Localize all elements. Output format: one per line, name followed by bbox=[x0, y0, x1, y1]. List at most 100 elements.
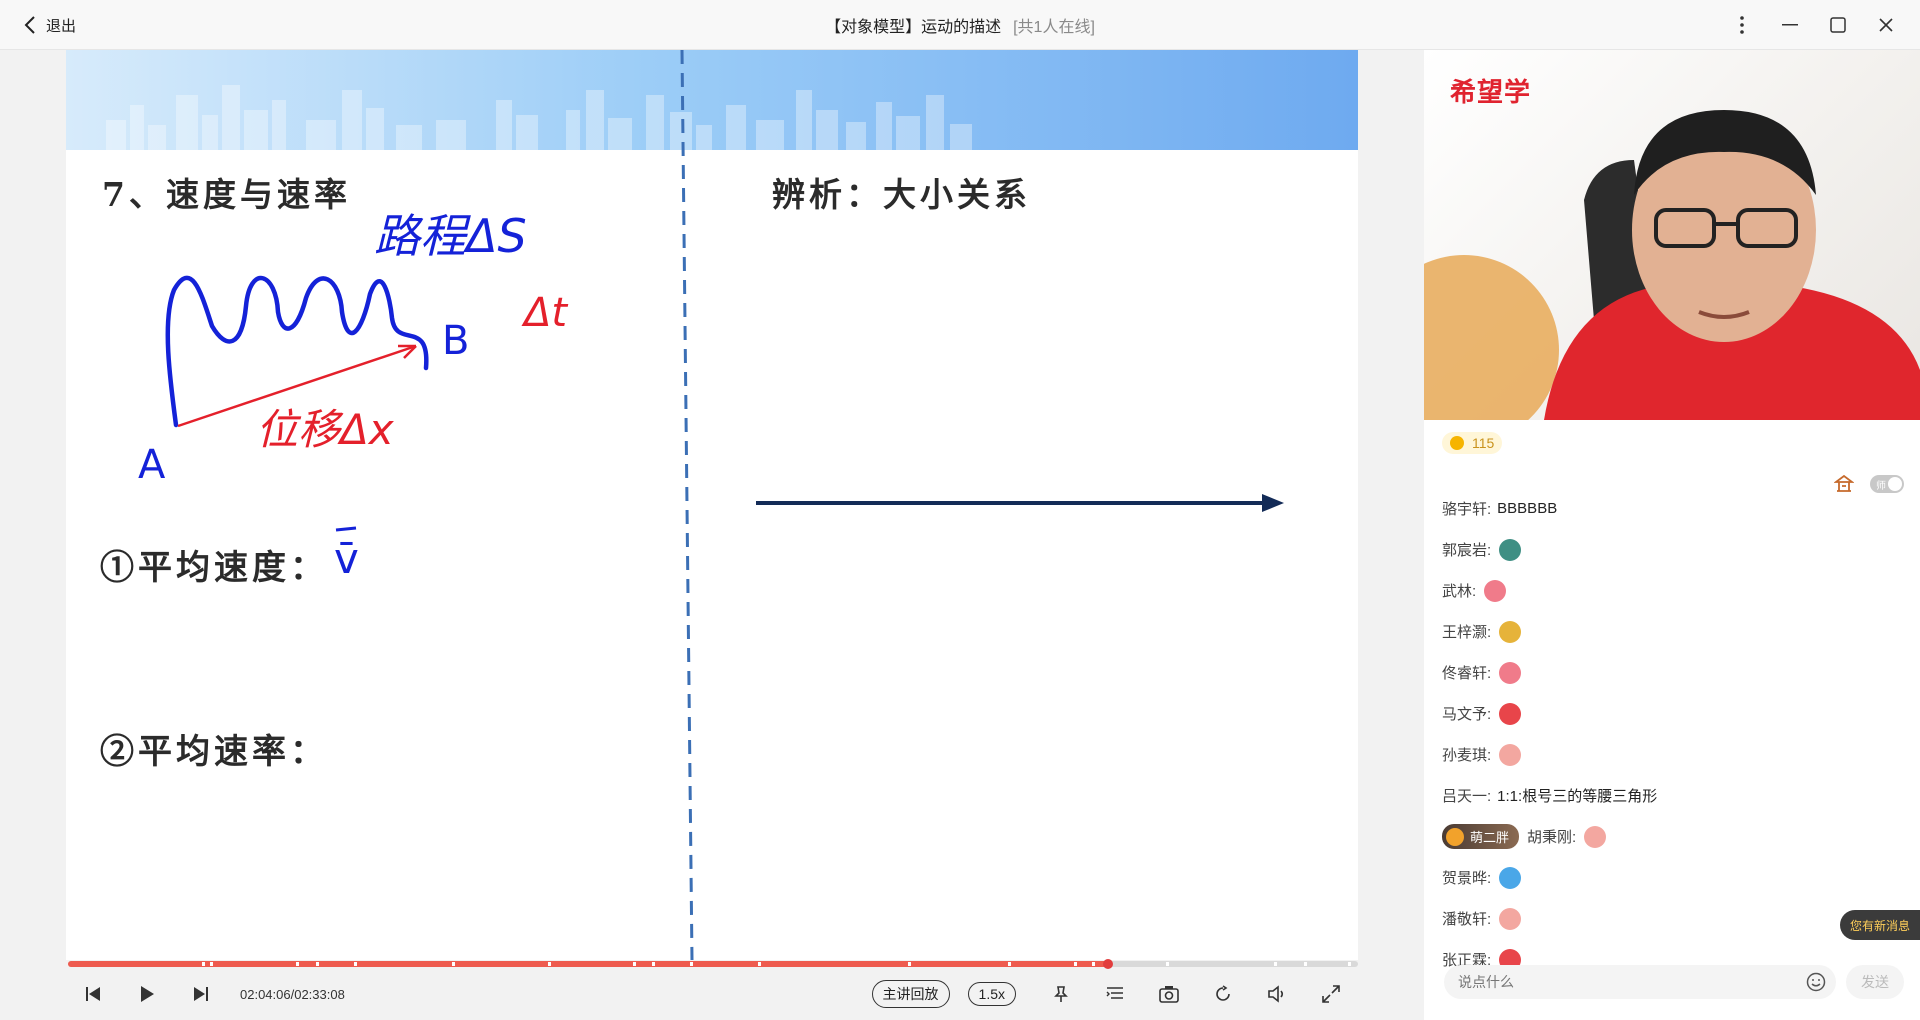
progress-knob[interactable] bbox=[1102, 959, 1113, 969]
chapter-marker bbox=[296, 962, 299, 966]
handwriting-layer bbox=[165, 275, 1284, 532]
playback-progress-bar[interactable] bbox=[68, 959, 1358, 969]
maximize-button[interactable] bbox=[1814, 5, 1862, 45]
course-title: 【对象模型】运动的描述 bbox=[825, 19, 1002, 36]
volume-icon bbox=[1268, 985, 1284, 1003]
camera-icon bbox=[1159, 986, 1179, 1003]
chat-username: 贺景晔: bbox=[1442, 870, 1492, 887]
chat-username: 潘敬轩: bbox=[1442, 911, 1492, 928]
chat-message: 王梓灏: bbox=[1442, 611, 1902, 652]
speed-button[interactable]: 1.5x bbox=[967, 982, 1016, 1006]
chat-message: 潘敬轩: bbox=[1442, 898, 1902, 939]
chapter-marker bbox=[210, 962, 213, 966]
refresh-icon bbox=[1216, 985, 1230, 1001]
maximize-icon bbox=[1830, 17, 1846, 33]
list-icon bbox=[1106, 987, 1123, 999]
chapter-marker bbox=[1274, 962, 1277, 966]
title-bar: 退出 【对象模型】运动的描述 [共1人在线] bbox=[0, 0, 1920, 50]
skip-next-icon bbox=[194, 987, 208, 1001]
chat-input[interactable] bbox=[1444, 965, 1836, 999]
chat-username: 吕天一: bbox=[1442, 788, 1492, 805]
rocket-icon bbox=[1484, 579, 1507, 602]
chapter-marker bbox=[652, 962, 655, 966]
chapter-marker bbox=[1304, 962, 1307, 966]
volume-button[interactable] bbox=[1250, 974, 1304, 1014]
chat-text: 1:1:根号三的等腰三角形 bbox=[1497, 788, 1658, 805]
play-button[interactable] bbox=[120, 974, 174, 1014]
time-label: Δt bbox=[524, 290, 568, 336]
chat-message: 孙麦琪: bbox=[1442, 734, 1902, 775]
v-bar-label: v̄ bbox=[334, 534, 359, 583]
pin-button[interactable] bbox=[1034, 974, 1088, 1014]
chat-message: 萌二胖 胡秉刚: bbox=[1442, 816, 1902, 857]
chat-username: 骆宇轩: bbox=[1442, 501, 1492, 518]
chapter-marker bbox=[1166, 962, 1169, 966]
chapter-marker bbox=[690, 962, 693, 966]
chapter-marker bbox=[908, 962, 911, 966]
badge-label: 萌二胖 bbox=[1470, 830, 1510, 845]
badge-star-icon bbox=[1446, 827, 1464, 846]
chapter-marker bbox=[354, 962, 357, 966]
thumb-icon bbox=[1499, 907, 1522, 930]
window-title: 【对象模型】运动的描述 [共1人在线] bbox=[0, 0, 1920, 50]
chapter-marker bbox=[1348, 962, 1351, 966]
chat-username: 郭宸岩: bbox=[1442, 542, 1492, 559]
chat-username: 王梓灏: bbox=[1442, 624, 1492, 641]
next-button[interactable] bbox=[174, 974, 228, 1014]
new-message-button[interactable]: 您有新消息 bbox=[1840, 910, 1920, 940]
catalog-button[interactable] bbox=[1088, 974, 1142, 1014]
rotate-button[interactable] bbox=[1196, 974, 1250, 1014]
user-badge: 萌二胖 bbox=[1442, 824, 1520, 849]
more-button[interactable] bbox=[1718, 5, 1766, 45]
teacher-replay-button[interactable]: 主讲回放 bbox=[871, 980, 950, 1008]
chat-username: 武林: bbox=[1442, 583, 1477, 600]
chapter-marker bbox=[548, 962, 551, 966]
teacher-video[interactable]: 希望学 bbox=[1424, 50, 1920, 420]
chapter-marker bbox=[1008, 962, 1011, 966]
chat-list: 骆宇轩: BBBBBB 郭宸岩: 武林: 王梓灏: 佟睿轩: 马文予: 孙麦琪: 吕天一: 1:1… bbox=[1442, 488, 1902, 980]
coin-count: 115 bbox=[1472, 435, 1495, 451]
more-vertical-icon bbox=[1740, 16, 1744, 34]
right-panel: 希望学 115 师 骆宇轩: BBBBBB 郭宸岩: 武林: 王梓灏: 佟睿轩: 马文予: 孙… bbox=[1424, 50, 1920, 1020]
ninja-icon bbox=[1499, 538, 1522, 561]
chapter-marker bbox=[452, 962, 455, 966]
chat-text: BBBBBB bbox=[1497, 500, 1558, 517]
chat-message: 佟睿轩: bbox=[1442, 652, 1902, 693]
courseware-slide[interactable]: 7、速度与速率 辨析：大小关系 ①平均速度： ②平均速率： 路程ΔS 位移Δx … bbox=[66, 50, 1358, 960]
player-controls: 02:04:06/02:33:08 主讲回放 1.5x bbox=[66, 970, 1358, 1018]
chat-username: 孙麦琪: bbox=[1442, 747, 1492, 764]
coin-counter: 115 bbox=[1442, 432, 1503, 454]
rocket-icon bbox=[1499, 661, 1522, 684]
screenshot-button[interactable] bbox=[1142, 974, 1196, 1014]
displacement-label: 位移Δx bbox=[256, 405, 394, 454]
chat-message: 骆宇轩: BBBBBB bbox=[1442, 488, 1902, 529]
chapter-marker bbox=[316, 962, 319, 966]
teacher-figure bbox=[1424, 110, 1920, 420]
chat-username: 马文予: bbox=[1442, 706, 1492, 723]
direction-arrowhead bbox=[1262, 494, 1284, 512]
skip-previous-icon bbox=[86, 987, 100, 1001]
point-a-label: A bbox=[138, 442, 166, 488]
previous-button[interactable] bbox=[66, 974, 120, 1014]
chat-message: 郭宸岩: bbox=[1442, 529, 1902, 570]
chapter-marker bbox=[758, 962, 761, 966]
close-button[interactable] bbox=[1862, 5, 1910, 45]
chat-message: 武林: bbox=[1442, 570, 1902, 611]
fullscreen-icon bbox=[1322, 985, 1340, 1003]
coin-icon bbox=[1450, 436, 1464, 450]
number-icon bbox=[1499, 866, 1522, 889]
send-button[interactable]: 发送 bbox=[1846, 965, 1904, 999]
minimize-icon bbox=[1782, 24, 1798, 26]
point-b-label: B bbox=[442, 318, 470, 364]
fullscreen-button[interactable] bbox=[1304, 974, 1358, 1014]
smile-icon[interactable] bbox=[1806, 972, 1826, 992]
chapter-marker bbox=[202, 962, 205, 966]
finger-icon bbox=[1499, 620, 1522, 643]
chat-username: 佟睿轩: bbox=[1442, 665, 1492, 682]
chat-username: 胡秉刚: bbox=[1527, 829, 1577, 846]
window-controls bbox=[1718, 0, 1910, 50]
chapter-marker bbox=[1092, 962, 1095, 966]
path-label: 路程ΔS bbox=[374, 209, 527, 263]
minimize-button[interactable] bbox=[1766, 5, 1814, 45]
chat-message: 贺景晔: bbox=[1442, 857, 1902, 898]
